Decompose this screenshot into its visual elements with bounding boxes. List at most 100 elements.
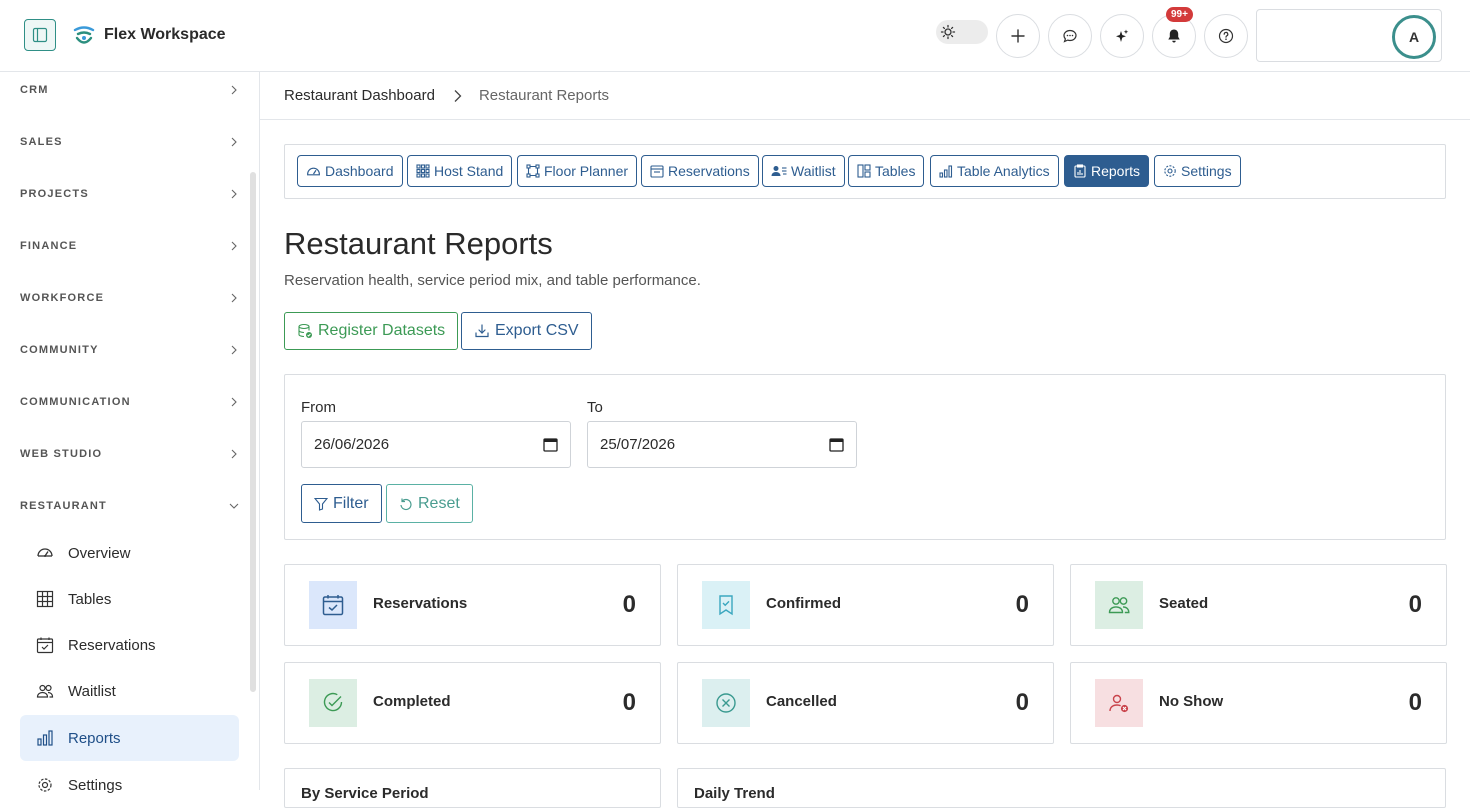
stat-value: 0 bbox=[1015, 689, 1029, 716]
sidebar-section-crm[interactable]: CRM bbox=[20, 72, 240, 108]
tab-settings[interactable]: Settings bbox=[1154, 155, 1241, 187]
sidebar-section-label: COMMUNITY bbox=[20, 344, 99, 356]
chevron-right-icon bbox=[228, 448, 240, 460]
tab-label: Table Analytics bbox=[957, 163, 1050, 179]
bar-chart-icon bbox=[939, 164, 953, 178]
sidebar-section-web-studio[interactable]: WEB STUDIO bbox=[20, 436, 240, 472]
question-circle-icon bbox=[1218, 28, 1234, 44]
sun-icon bbox=[940, 24, 956, 40]
download-icon bbox=[474, 323, 490, 339]
tab-reports[interactable]: Reports bbox=[1064, 155, 1150, 187]
stat-value: 0 bbox=[1408, 591, 1422, 618]
bounding-box-icon bbox=[526, 164, 540, 178]
sidebar-item-tables[interactable]: Tables bbox=[20, 576, 239, 622]
chevron-right-icon bbox=[228, 136, 240, 148]
sidebar: CRM SALES PROJECTS FINANCE WORKFORCE COM… bbox=[0, 72, 260, 794]
stat-value: 0 bbox=[1015, 591, 1029, 618]
tab-host-stand[interactable]: Host Stand bbox=[407, 155, 513, 187]
from-date-input[interactable]: 26/06/2026 bbox=[301, 421, 571, 468]
stat-card-reservations: Reservations 0 bbox=[284, 564, 661, 646]
tab-floor-planner[interactable]: Floor Planner bbox=[517, 155, 638, 187]
button-label: Reset bbox=[418, 494, 460, 512]
tab-table-analytics[interactable]: Table Analytics bbox=[930, 155, 1059, 187]
tab-label: Waitlist bbox=[791, 163, 836, 179]
sidebar-section-sales[interactable]: SALES bbox=[20, 124, 240, 160]
export-csv-button[interactable]: Export CSV bbox=[461, 312, 592, 350]
stat-card-confirmed: Confirmed 0 bbox=[677, 564, 1054, 646]
theme-toggle[interactable] bbox=[936, 20, 988, 44]
tab-tables[interactable]: Tables bbox=[848, 155, 925, 187]
stat-value: 0 bbox=[622, 591, 636, 618]
register-datasets-button[interactable]: Register Datasets bbox=[284, 312, 459, 350]
grid-icon bbox=[20, 590, 68, 608]
sidebar-section-restaurant[interactable]: RESTAURANT bbox=[20, 488, 240, 524]
sidebar-item-label: Waitlist bbox=[68, 682, 116, 700]
ai-assistant-button[interactable] bbox=[1100, 14, 1144, 58]
sidebar-section-workforce[interactable]: WORKFORCE bbox=[20, 280, 240, 316]
app-logo-icon bbox=[72, 24, 96, 48]
calendar-icon[interactable] bbox=[543, 437, 558, 452]
speedometer-icon bbox=[306, 164, 321, 179]
button-label: Filter bbox=[333, 494, 369, 512]
sidebar-section-label: WORKFORCE bbox=[20, 292, 105, 304]
sidebar-item-label: Reports bbox=[68, 729, 121, 747]
sidebar-item-label: Tables bbox=[68, 590, 112, 608]
app-title: Flex Workspace bbox=[104, 26, 226, 43]
stat-label: Confirmed bbox=[766, 595, 841, 612]
help-button[interactable] bbox=[1204, 14, 1248, 58]
x-circle-icon bbox=[702, 679, 750, 727]
stat-label: Reservations bbox=[373, 595, 468, 612]
calendar-check-icon bbox=[20, 636, 68, 654]
calendar-icon[interactable] bbox=[829, 437, 844, 452]
grid-dots-icon bbox=[416, 164, 430, 178]
filter-button[interactable]: Filter bbox=[301, 484, 382, 523]
reset-button[interactable]: Reset bbox=[386, 484, 473, 523]
sidebar-item-reservations[interactable]: Reservations bbox=[20, 622, 239, 668]
breadcrumb-parent-link[interactable]: Restaurant Dashboard bbox=[284, 87, 435, 104]
tab-waitlist[interactable]: Waitlist bbox=[762, 155, 845, 187]
sidebar-section-projects[interactable]: PROJECTS bbox=[20, 176, 240, 212]
add-button[interactable] bbox=[996, 14, 1040, 58]
messages-button[interactable] bbox=[1048, 14, 1092, 58]
plus-icon bbox=[1010, 28, 1026, 44]
sidebar-item-reports[interactable]: Reports bbox=[20, 715, 239, 761]
people-icon bbox=[1095, 581, 1143, 629]
sidebar-section-label: FINANCE bbox=[20, 240, 78, 252]
tab-label: Reports bbox=[1091, 163, 1141, 179]
restaurant-tabs: Dashboard Host Stand Floor Planner Reser… bbox=[284, 144, 1446, 199]
sidebar-section-communication[interactable]: COMMUNICATION bbox=[20, 384, 240, 420]
from-date-value: 26/06/2026 bbox=[314, 436, 390, 453]
tab-reservations[interactable]: Reservations bbox=[641, 155, 759, 187]
from-label: From bbox=[301, 399, 336, 416]
sparkles-icon bbox=[1114, 28, 1130, 44]
sidebar-section-community[interactable]: COMMUNITY bbox=[20, 332, 240, 368]
tab-label: Host Stand bbox=[434, 163, 504, 179]
avatar[interactable]: A bbox=[1392, 15, 1436, 59]
page-subtitle: Reservation health, service period mix, … bbox=[284, 272, 701, 289]
bar-chart-icon bbox=[20, 729, 68, 747]
stat-card-seated: Seated 0 bbox=[1070, 564, 1447, 646]
user-menu[interactable]: A bbox=[1256, 9, 1442, 62]
tab-label: Floor Planner bbox=[544, 163, 629, 179]
sidebar-item-overview[interactable]: Overview bbox=[20, 530, 239, 576]
sidebar-toggle-button[interactable] bbox=[24, 19, 56, 51]
tab-dashboard[interactable]: Dashboard bbox=[297, 155, 403, 187]
stat-value: 0 bbox=[622, 689, 636, 716]
chevron-right-icon bbox=[228, 344, 240, 356]
by-service-period-panel: By Service Period bbox=[284, 768, 661, 808]
sidebar-icon bbox=[32, 27, 48, 43]
notification-count-badge: 99+ bbox=[1166, 7, 1193, 22]
sidebar-section-label: PROJECTS bbox=[20, 188, 89, 200]
to-date-input[interactable]: 25/07/2026 bbox=[587, 421, 857, 468]
gear-icon bbox=[20, 776, 68, 794]
sidebar-item-waitlist[interactable]: Waitlist bbox=[20, 668, 239, 714]
sidebar-item-label: Settings bbox=[68, 776, 123, 794]
stat-card-cancelled: Cancelled 0 bbox=[677, 662, 1054, 744]
sidebar-item-settings[interactable]: Settings bbox=[20, 762, 239, 808]
sidebar-scrollbar[interactable] bbox=[250, 172, 256, 692]
person-x-icon bbox=[1095, 679, 1143, 727]
calendar-icon bbox=[650, 164, 664, 178]
to-label: To bbox=[587, 399, 603, 416]
tab-label: Reservations bbox=[668, 163, 750, 179]
sidebar-section-finance[interactable]: FINANCE bbox=[20, 228, 240, 264]
